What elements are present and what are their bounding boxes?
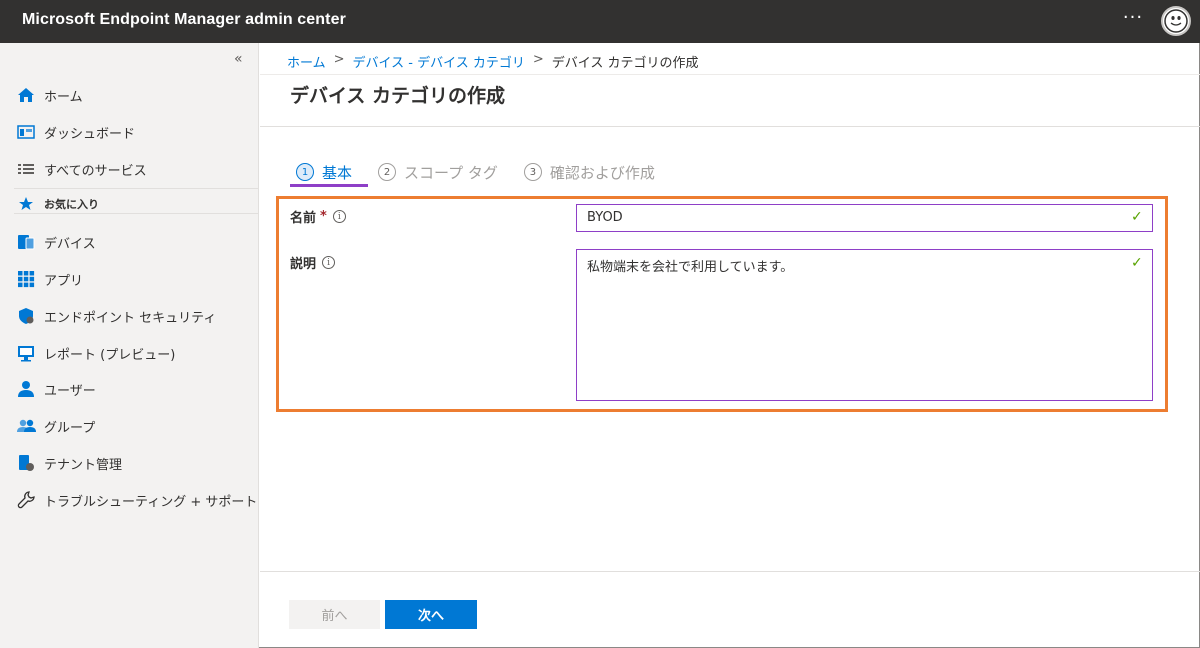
- sidebar-item-label: すべてのサービス: [44, 163, 147, 179]
- step-number: 2: [378, 163, 397, 181]
- previous-button[interactable]: 前へ: [289, 600, 380, 629]
- page-title: デバイス カテゴリの作成: [290, 85, 506, 107]
- sidebar-item-label: テナント管理: [44, 457, 123, 473]
- divider: [260, 74, 1200, 75]
- sidebar-item-label: グループ: [44, 420, 96, 436]
- apps-icon: [16, 269, 38, 289]
- active-step-indicator: [290, 184, 368, 187]
- star-icon: [16, 194, 38, 214]
- tenant-icon: [16, 453, 38, 473]
- info-icon[interactable]: i: [322, 256, 336, 269]
- description-textarea[interactable]: 私物端末を会社で利用しています。: [576, 249, 1153, 401]
- sidebar-item-label: アプリ: [44, 273, 84, 289]
- step-label: 確認および作成: [549, 163, 655, 182]
- wrench-icon: [16, 490, 38, 510]
- step-label: スコープ タグ: [404, 163, 498, 182]
- sidebar-item-home[interactable]: ホーム: [16, 84, 83, 106]
- sidebar-item-apps[interactable]: アプリ: [16, 268, 83, 290]
- reports-icon: [16, 343, 38, 363]
- sidebar-item-favorites: お気に入り: [16, 193, 99, 215]
- sidebar-item-dashboard[interactable]: ダッシュボード: [16, 121, 135, 143]
- breadcrumb-home-link[interactable]: ホーム: [287, 52, 326, 71]
- sidebar-item-label: レポート (プレビュー): [44, 347, 176, 363]
- tab-review-create[interactable]: 3 確認および作成: [523, 160, 655, 184]
- sidebar-item-troubleshooting[interactable]: トラブルシューティング + サポート: [16, 489, 257, 511]
- name-input[interactable]: BYOD: [576, 204, 1153, 232]
- shield-icon: [16, 306, 38, 326]
- step-number: 1: [296, 163, 314, 181]
- main-content: ホーム > デバイス - デバイス カテゴリ > デバイス カテゴリの作成 デバ…: [260, 43, 1200, 648]
- step-number: 3: [523, 163, 542, 181]
- sidebar-item-tenant-admin[interactable]: テナント管理: [16, 452, 122, 474]
- breadcrumb: ホーム > デバイス - デバイス カテゴリ > デバイス カテゴリの作成: [287, 52, 699, 71]
- name-field-label: 名前 * i: [290, 207, 346, 226]
- user-icon: [16, 379, 38, 399]
- home-icon: [16, 85, 38, 105]
- name-label-text: 名前: [290, 211, 317, 226]
- tab-scope-tags[interactable]: 2 スコープ タグ: [378, 160, 498, 184]
- info-icon[interactable]: i: [332, 210, 346, 223]
- description-label-text: 説明: [290, 257, 317, 272]
- sidebar-item-users[interactable]: ユーザー: [16, 378, 96, 400]
- groups-icon: [16, 416, 38, 436]
- more-options-button[interactable]: ···: [1117, 7, 1149, 35]
- sidebar-item-groups[interactable]: グループ: [16, 415, 95, 437]
- description-field-label: 説明 i: [290, 253, 336, 272]
- divider: [260, 126, 1200, 127]
- avatar[interactable]: [1161, 6, 1191, 36]
- step-label: 基本: [322, 163, 353, 182]
- sidebar-item-all-services[interactable]: すべてのサービス: [16, 158, 147, 180]
- sidebar-item-devices[interactable]: デバイス: [16, 231, 96, 253]
- list-icon: [16, 159, 38, 179]
- sidebar-item-label: デバイス: [44, 236, 96, 252]
- sidebar-item-label: ホーム: [44, 89, 83, 105]
- sidebar-item-endpoint-security[interactable]: エンドポイント セキュリティ: [16, 305, 216, 327]
- collapse-sidebar-button[interactable]: «: [234, 51, 243, 67]
- top-bar: Microsoft Endpoint Manager admin center …: [0, 0, 1200, 43]
- breadcrumb-current: デバイス カテゴリの作成: [551, 56, 699, 71]
- sidebar-item-label: トラブルシューティング + サポート: [44, 494, 258, 510]
- sidebar-item-label: ダッシュボード: [44, 126, 136, 142]
- dashboard-icon: [16, 122, 38, 142]
- valid-check-icon: ✓: [1131, 209, 1143, 225]
- breadcrumb-separator: >: [333, 52, 345, 67]
- required-mark: *: [320, 209, 327, 224]
- sidebar: « ホーム ダッシュボード すべてのサービス お気に入り デバイス アプリ エン…: [0, 43, 259, 648]
- breadcrumb-separator: >: [532, 52, 544, 67]
- breadcrumb-device-category-link[interactable]: デバイス - デバイス カテゴリ: [353, 52, 525, 71]
- next-button[interactable]: 次へ: [385, 600, 477, 629]
- divider: [260, 571, 1200, 572]
- devices-icon: [16, 232, 38, 252]
- avatar-face-icon: [1164, 9, 1188, 33]
- sidebar-item-reports[interactable]: レポート (プレビュー): [16, 342, 175, 364]
- sidebar-item-label: お気に入り: [44, 198, 99, 211]
- sidebar-item-label: エンドポイント セキュリティ: [44, 310, 217, 326]
- tab-basics[interactable]: 1 基本: [296, 160, 352, 184]
- divider: [14, 213, 258, 214]
- valid-check-icon: ✓: [1131, 255, 1143, 271]
- divider: [14, 188, 258, 189]
- sidebar-item-label: ユーザー: [44, 383, 96, 399]
- app-title: Microsoft Endpoint Manager admin center: [22, 11, 346, 28]
